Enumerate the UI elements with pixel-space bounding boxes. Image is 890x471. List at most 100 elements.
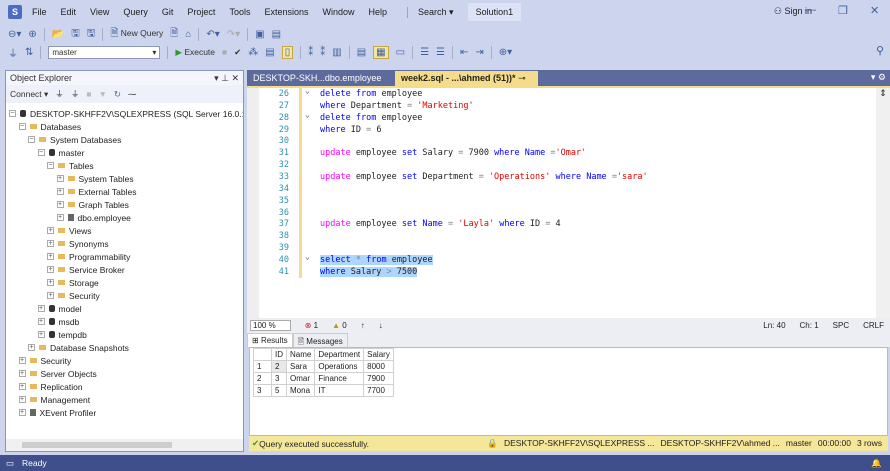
menu-query[interactable]: Query [123, 7, 148, 17]
table-cell[interactable]: Operations [315, 361, 364, 373]
table-cell[interactable]: 8000 [364, 361, 394, 373]
expand-icon[interactable]: + [47, 266, 54, 273]
properties-icon[interactable]: ▤ [272, 29, 281, 40]
parse-icon[interactable]: ✔ [234, 47, 241, 58]
code-line[interactable]: 39 [247, 243, 847, 255]
menu-file[interactable]: File [32, 7, 47, 17]
outdent-icon[interactable]: ⇤ [460, 47, 468, 58]
warnings-indicator[interactable]: ▲ 0 [332, 321, 347, 330]
expand-icon[interactable]: + [57, 201, 64, 208]
include-plan-icon[interactable]: ⁑ [308, 47, 313, 58]
collapse-icon[interactable]: − [9, 110, 16, 117]
redo-icon[interactable]: ↷▾ [227, 29, 240, 40]
code-line[interactable]: 37update employee set Name = 'Layla' whe… [247, 219, 847, 231]
tree-node[interactable]: +model [38, 302, 82, 315]
expand-icon[interactable]: + [57, 175, 64, 182]
search-box[interactable]: Search ▾ [407, 7, 454, 18]
code-line[interactable]: 40select * from employee⌄ [247, 255, 847, 267]
tree-node[interactable]: +Database Snapshots [28, 341, 129, 354]
expand-icon[interactable]: + [47, 279, 54, 286]
refresh-icon[interactable]: ↻ [114, 89, 121, 100]
open-file-icon[interactable]: 📂 [52, 29, 64, 40]
tab-results[interactable]: ⊞ Results [247, 333, 293, 347]
database-select[interactable]: master [48, 46, 160, 59]
close-button[interactable]: ✕ [870, 4, 879, 17]
row-number[interactable]: 3 [254, 385, 272, 397]
code-line[interactable]: 26delete from employee⌄ [247, 89, 847, 101]
intellisense-icon[interactable]: ▯ [282, 46, 294, 59]
expand-icon[interactable]: + [47, 240, 54, 247]
live-stats-icon[interactable]: ⁑ [320, 47, 325, 58]
tree-node[interactable]: +XEvent Profiler [19, 406, 97, 419]
save-all-icon[interactable]: 🖫 [87, 26, 96, 43]
column-header[interactable]: Department [315, 349, 364, 361]
stop-icon[interactable]: ■ [86, 89, 91, 99]
code-line[interactable]: 34 [247, 184, 847, 196]
tree-node[interactable]: +Synonyms [47, 237, 109, 250]
execute-button[interactable]: ▶ Execute [175, 47, 215, 58]
tree-node[interactable]: +Security [19, 354, 72, 367]
pane-controls[interactable]: ▾ ⊥ ✕ [214, 73, 239, 83]
sql-editor[interactable]: 26delete from employee⌄27where Departmen… [247, 86, 890, 318]
collapse-icon[interactable]: − [38, 149, 45, 156]
expand-icon[interactable]: + [19, 357, 26, 364]
activity-monitor-icon[interactable]: ▣ [255, 29, 264, 40]
next-issue-icon[interactable]: ↓ [379, 321, 383, 330]
expand-icon[interactable]: + [19, 383, 26, 390]
results-file-icon[interactable]: ▭ [396, 47, 405, 58]
tree-node[interactable]: +tempdb [38, 328, 87, 341]
collapse-icon[interactable]: − [47, 162, 54, 169]
tree-node[interactable]: +Storage [47, 276, 99, 289]
change-connection-icon[interactable]: ⇅ [25, 47, 33, 58]
horizontal-scrollbar[interactable] [6, 439, 243, 451]
menu-view[interactable]: View [90, 7, 109, 17]
code-line[interactable]: 28delete from employee⌄ [247, 113, 847, 125]
restore-button[interactable]: ❐ [838, 4, 848, 17]
comment-icon[interactable]: ☰ [420, 47, 429, 58]
db-query-icon[interactable]: 🗎 [170, 26, 178, 43]
menu-extensions[interactable]: Extensions [264, 7, 308, 17]
code-line[interactable]: 33update employee set Department = 'Oper… [247, 172, 847, 184]
table-cell[interactable]: 7900 [364, 373, 394, 385]
fold-icon[interactable]: ⌄ [305, 110, 310, 120]
notifications-icon[interactable]: 🔔 [871, 458, 882, 469]
column-header[interactable]: Name [287, 349, 315, 361]
tree-node[interactable]: −Tables [47, 159, 94, 172]
table-cell[interactable]: 3 [272, 373, 287, 385]
feedback-icon[interactable]: ⚲ [876, 44, 884, 57]
fold-icon[interactable]: ⌄ [305, 252, 310, 262]
table-cell[interactable]: 5 [272, 385, 287, 397]
vertical-scrollbar[interactable]: ⇕ [876, 88, 890, 318]
code-line[interactable]: 38 [247, 231, 847, 243]
uncomment-icon[interactable]: ☰ [436, 47, 445, 58]
tab-settings-icon[interactable]: ▾ ⚙ [871, 72, 886, 83]
tree-node[interactable]: +msdb [38, 315, 80, 328]
row-number[interactable]: 1 [254, 361, 272, 373]
activity-icon[interactable]: ⁓ [128, 89, 137, 100]
collapse-icon[interactable]: − [28, 136, 35, 143]
table-cell[interactable]: IT [315, 385, 364, 397]
code-line[interactable]: 41where Salary > 7500 [247, 267, 847, 279]
tree-node[interactable]: +Service Broker [47, 263, 125, 276]
expand-icon[interactable]: + [38, 318, 45, 325]
menu-tools[interactable]: Tools [229, 7, 250, 17]
expand-icon[interactable]: + [28, 344, 35, 351]
code-line[interactable]: 36 [247, 208, 847, 220]
minimize-button[interactable]: — [805, 4, 816, 16]
tree-node[interactable]: +Replication [19, 380, 83, 393]
menu-help[interactable]: Help [369, 7, 388, 17]
expand-icon[interactable]: + [38, 331, 45, 338]
tree-node[interactable]: −master [38, 146, 85, 159]
filter-icon[interactable]: ▼ [98, 89, 106, 99]
code-line[interactable]: 30 [247, 136, 847, 148]
code-line[interactable]: 29where ID = 6 [247, 125, 847, 137]
menu-project[interactable]: Project [187, 7, 215, 17]
indent-icon[interactable]: ⇥ [475, 47, 483, 58]
connect-button[interactable]: Connect ▾ [10, 89, 48, 100]
code-line[interactable]: 31update employee set Salary = 7900 wher… [247, 148, 847, 160]
expand-icon[interactable]: + [47, 292, 54, 299]
specify-values-icon[interactable]: ⊕▾ [499, 47, 512, 58]
stop-icon[interactable]: ■ [222, 47, 227, 57]
expand-icon[interactable]: + [57, 214, 64, 221]
tab-week2-sql[interactable]: week2.sql - ...\ahmed (51))* ⊸ ✕ [395, 71, 538, 86]
